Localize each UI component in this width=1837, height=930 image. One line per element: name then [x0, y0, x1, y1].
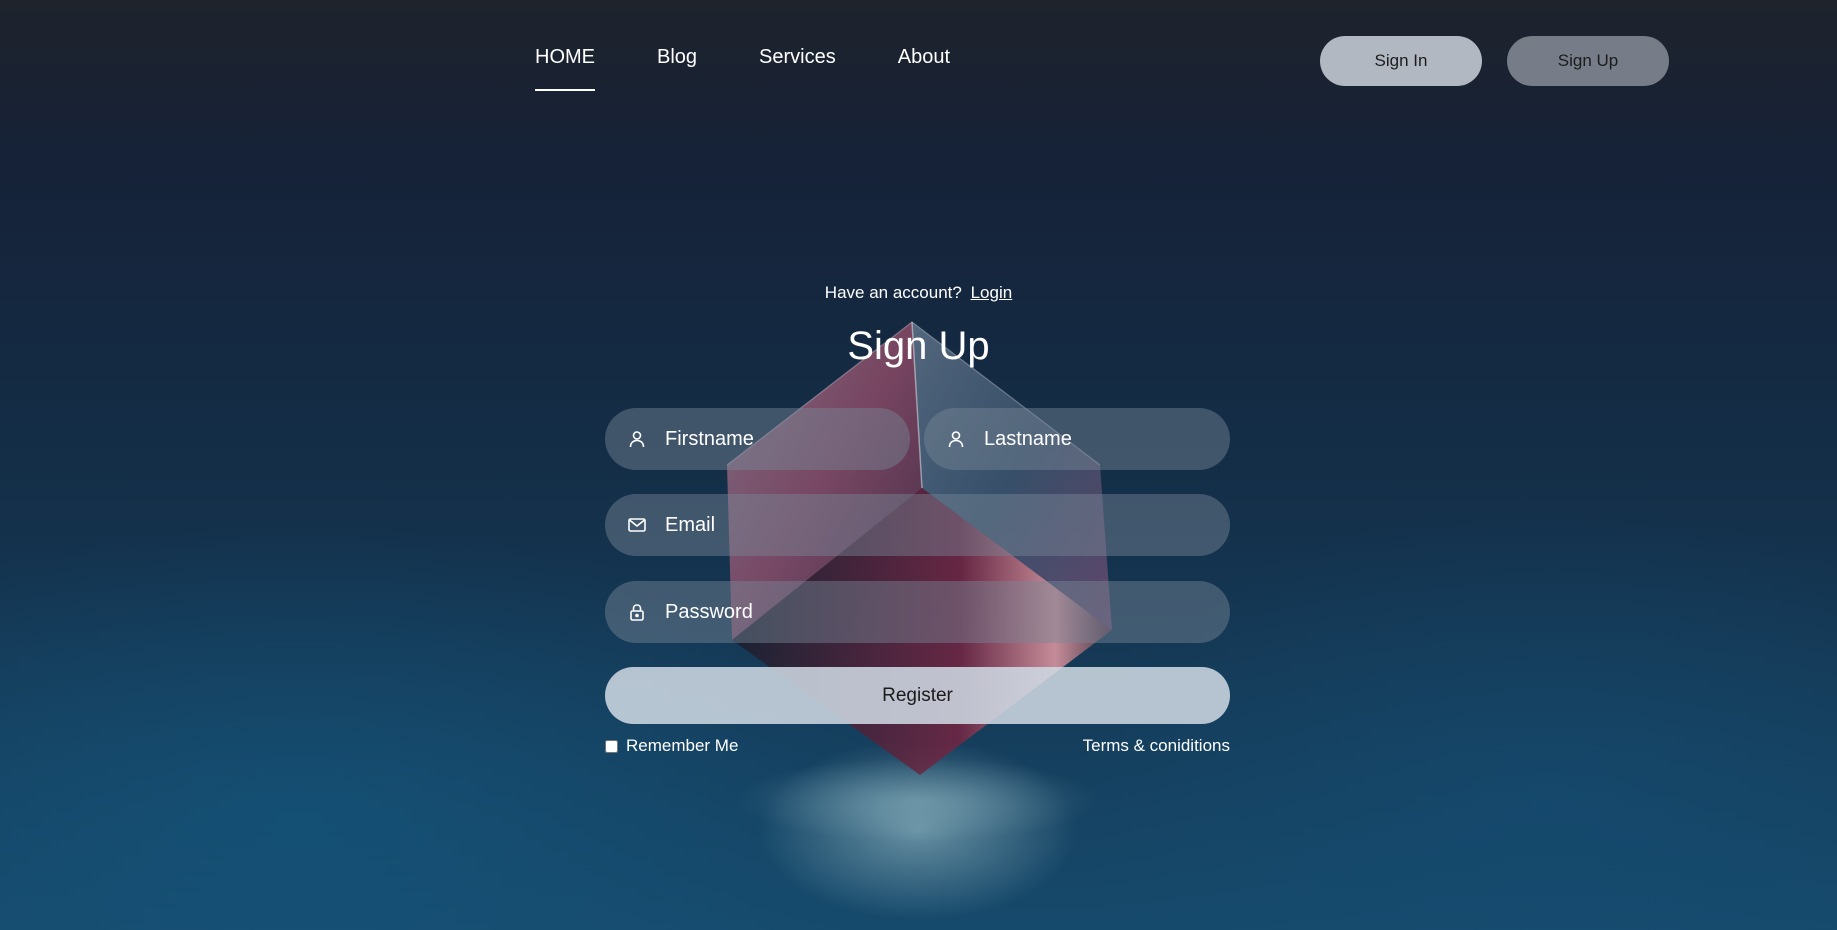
- lastname-input[interactable]: [982, 426, 1214, 452]
- nav-item-about[interactable]: About: [898, 46, 950, 77]
- email-field[interactable]: [605, 494, 1230, 556]
- mail-icon: [628, 518, 646, 532]
- sign-in-button[interactable]: Sign In: [1320, 36, 1482, 86]
- user-icon: [948, 431, 964, 448]
- remember-me-label: Remember Me: [626, 736, 739, 755]
- remember-me-checkbox[interactable]: [605, 739, 618, 753]
- terms-link[interactable]: Terms & coniditions: [1083, 736, 1230, 756]
- have-account-prompt: Have an account? Login: [0, 283, 1837, 303]
- crystal-cube-background: [726, 321, 1112, 920]
- email-input[interactable]: [663, 512, 1150, 538]
- main-nav: HOME Blog Services About: [535, 46, 1012, 91]
- have-account-text: Have an account?: [824, 283, 962, 302]
- nav-item-blog[interactable]: Blog: [657, 46, 697, 77]
- login-link[interactable]: Login: [971, 283, 1013, 302]
- register-button[interactable]: Register: [605, 667, 1230, 724]
- lock-icon: [630, 604, 644, 621]
- password-field[interactable]: [605, 581, 1230, 643]
- nav-item-home[interactable]: HOME: [535, 46, 595, 91]
- nav-item-services[interactable]: Services: [759, 46, 836, 77]
- firstname-field[interactable]: [605, 408, 910, 470]
- user-icon: [629, 431, 645, 448]
- password-input[interactable]: [663, 599, 1150, 625]
- lastname-field[interactable]: [924, 408, 1230, 470]
- page-title: Sign Up: [847, 324, 990, 368]
- remember-me[interactable]: Remember Me: [605, 736, 738, 756]
- firstname-input[interactable]: [663, 426, 894, 452]
- sign-up-button[interactable]: Sign Up: [1507, 36, 1669, 86]
